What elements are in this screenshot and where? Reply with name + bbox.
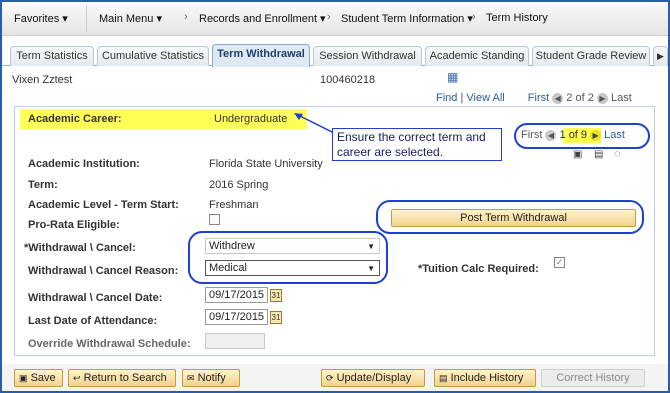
history-icon: ▤: [439, 373, 448, 383]
row-count: 2 of 2: [566, 92, 594, 104]
student-photo-icon[interactable]: ▦: [447, 70, 458, 84]
withdrawal-select[interactable]: Withdrew ▼: [205, 238, 380, 254]
notify-button[interactable]: ✉ Notify: [182, 369, 240, 387]
favorites-menu[interactable]: Favorites ▾: [14, 12, 68, 25]
next-icon[interactable]: ▶: [596, 92, 608, 104]
notify-button-label: Notify: [197, 372, 226, 384]
correct-history-button: Correct History: [541, 369, 645, 387]
comment-icon[interactable]: ◌: [614, 148, 621, 160]
tab-student-grade-review[interactable]: Student Grade Review: [532, 46, 650, 66]
last-attendance-input[interactable]: 09/17/2015: [205, 309, 268, 325]
chevron-down-icon: ▼: [367, 264, 375, 273]
override-schedule-label: Override Withdrawal Schedule:: [28, 338, 191, 350]
main-menu[interactable]: Main Menu ▾: [99, 12, 162, 25]
tab-term-statistics[interactable]: Term Statistics: [10, 46, 94, 66]
term-value: 2016 Spring: [209, 179, 269, 191]
post-term-withdrawal-button[interactable]: Post Term Withdrawal: [391, 209, 636, 227]
window-frame: Favorites ▾ Main Menu ▾ › Records and En…: [0, 0, 670, 393]
tuition-calc-checkbox: ✓: [554, 257, 565, 268]
withdrawal-date-label: Withdrawal \ Cancel Date:: [28, 292, 163, 304]
breadcrumb-term-history[interactable]: Term History: [486, 12, 548, 24]
update-display-button[interactable]: ⟳ Update/Display: [321, 369, 425, 387]
person-detail-icon[interactable]: ▣: [573, 149, 582, 160]
tab-bar: Term Statistics Cumulative Statistics Te…: [2, 44, 668, 67]
annotation-callout: Ensure the correct term and career are s…: [332, 128, 502, 161]
reason-selected-value: Medical: [209, 262, 247, 274]
academic-career-value: Undergraduate: [214, 113, 288, 125]
previous-icon[interactable]: ◀: [552, 92, 564, 104]
pager-inner: First ◀ 1 of 9 ▶ Last: [521, 129, 625, 141]
academic-level-label: Academic Level - Term Start:: [28, 199, 179, 211]
include-history-button[interactable]: ▤ Include History: [434, 369, 536, 387]
academic-career-label: Academic Career:: [28, 113, 122, 125]
calendar-icon[interactable]: 31: [270, 311, 282, 324]
withdrawal-date-input[interactable]: 09/17/2015: [205, 287, 268, 303]
student-id: 100460218: [320, 74, 376, 86]
return-to-search-button[interactable]: ↩ Return to Search: [68, 369, 176, 387]
tab-session-withdrawal[interactable]: Session Withdrawal: [313, 46, 422, 66]
institution-label: Academic Institution:: [28, 158, 140, 170]
breadcrumb-records[interactable]: Records and Enrollment ▾: [199, 12, 326, 25]
academic-level-value: Freshman: [209, 199, 259, 211]
return-button-label: Return to Search: [83, 372, 167, 384]
withdrawal-selected-value: Withdrew: [209, 240, 255, 252]
tuition-calc-label: *Tuition Calc Required:: [418, 263, 539, 275]
breadcrumb-arrow-icon: ›: [184, 11, 188, 23]
find-link[interactable]: Find: [436, 92, 457, 104]
save-button[interactable]: ▣ Save: [14, 369, 63, 387]
update-icon: ⟳: [326, 373, 334, 383]
nav-divider: [86, 6, 87, 32]
navigation-bar: Favorites ▾ Main Menu ▾ › Records and En…: [2, 2, 668, 36]
tab-scroll-right-icon[interactable]: ▶: [653, 46, 668, 66]
institution-value: Florida State University: [209, 158, 323, 170]
save-icon: ▣: [19, 373, 28, 383]
student-name: Vixen Zztest: [12, 74, 73, 86]
withdrawal-label: *Withdrawal \ Cancel:: [24, 242, 136, 254]
override-schedule-input: [205, 333, 265, 349]
reason-select[interactable]: Medical ▼: [205, 260, 380, 276]
view-all-link[interactable]: View All: [466, 92, 504, 104]
next-icon[interactable]: ▶: [590, 129, 602, 141]
last-attendance-label: Last Date of Attendance:: [28, 315, 158, 327]
document-icon[interactable]: ▤: [594, 149, 603, 160]
calendar-icon[interactable]: 31: [270, 289, 282, 302]
breadcrumb-arrow-icon: ›: [327, 11, 331, 23]
update-button-label: Update/Display: [336, 372, 412, 384]
tab-cumulative-statistics[interactable]: Cumulative Statistics: [97, 46, 209, 66]
breadcrumb-arrow-icon: ›: [472, 11, 476, 23]
last-link[interactable]: Last: [611, 92, 632, 104]
first-link[interactable]: First: [528, 92, 549, 104]
reason-label: Withdrawal \ Cancel Reason:: [28, 265, 179, 277]
tab-academic-standing[interactable]: Academic Standing: [425, 46, 529, 66]
previous-icon[interactable]: ◀: [545, 129, 557, 141]
return-icon: ↩: [73, 373, 81, 383]
prorata-checkbox[interactable]: [209, 214, 220, 225]
first-link-inner[interactable]: First: [521, 129, 542, 141]
pager-top: Find | View All First ◀ 2 of 2 ▶ Last: [436, 92, 632, 104]
term-label: Term:: [28, 179, 58, 191]
include-button-label: Include History: [450, 372, 524, 384]
notify-icon: ✉: [187, 373, 195, 383]
prorata-label: Pro-Rata Eligible:: [28, 219, 120, 231]
save-button-label: Save: [30, 372, 56, 384]
breadcrumb-term-info[interactable]: Student Term Information ▾: [341, 12, 473, 25]
chevron-down-icon: ▼: [367, 242, 375, 251]
tab-term-withdrawal[interactable]: Term Withdrawal: [212, 44, 310, 67]
row-count-inner: 1 of 9: [559, 129, 588, 141]
last-link-inner[interactable]: Last: [604, 129, 625, 141]
